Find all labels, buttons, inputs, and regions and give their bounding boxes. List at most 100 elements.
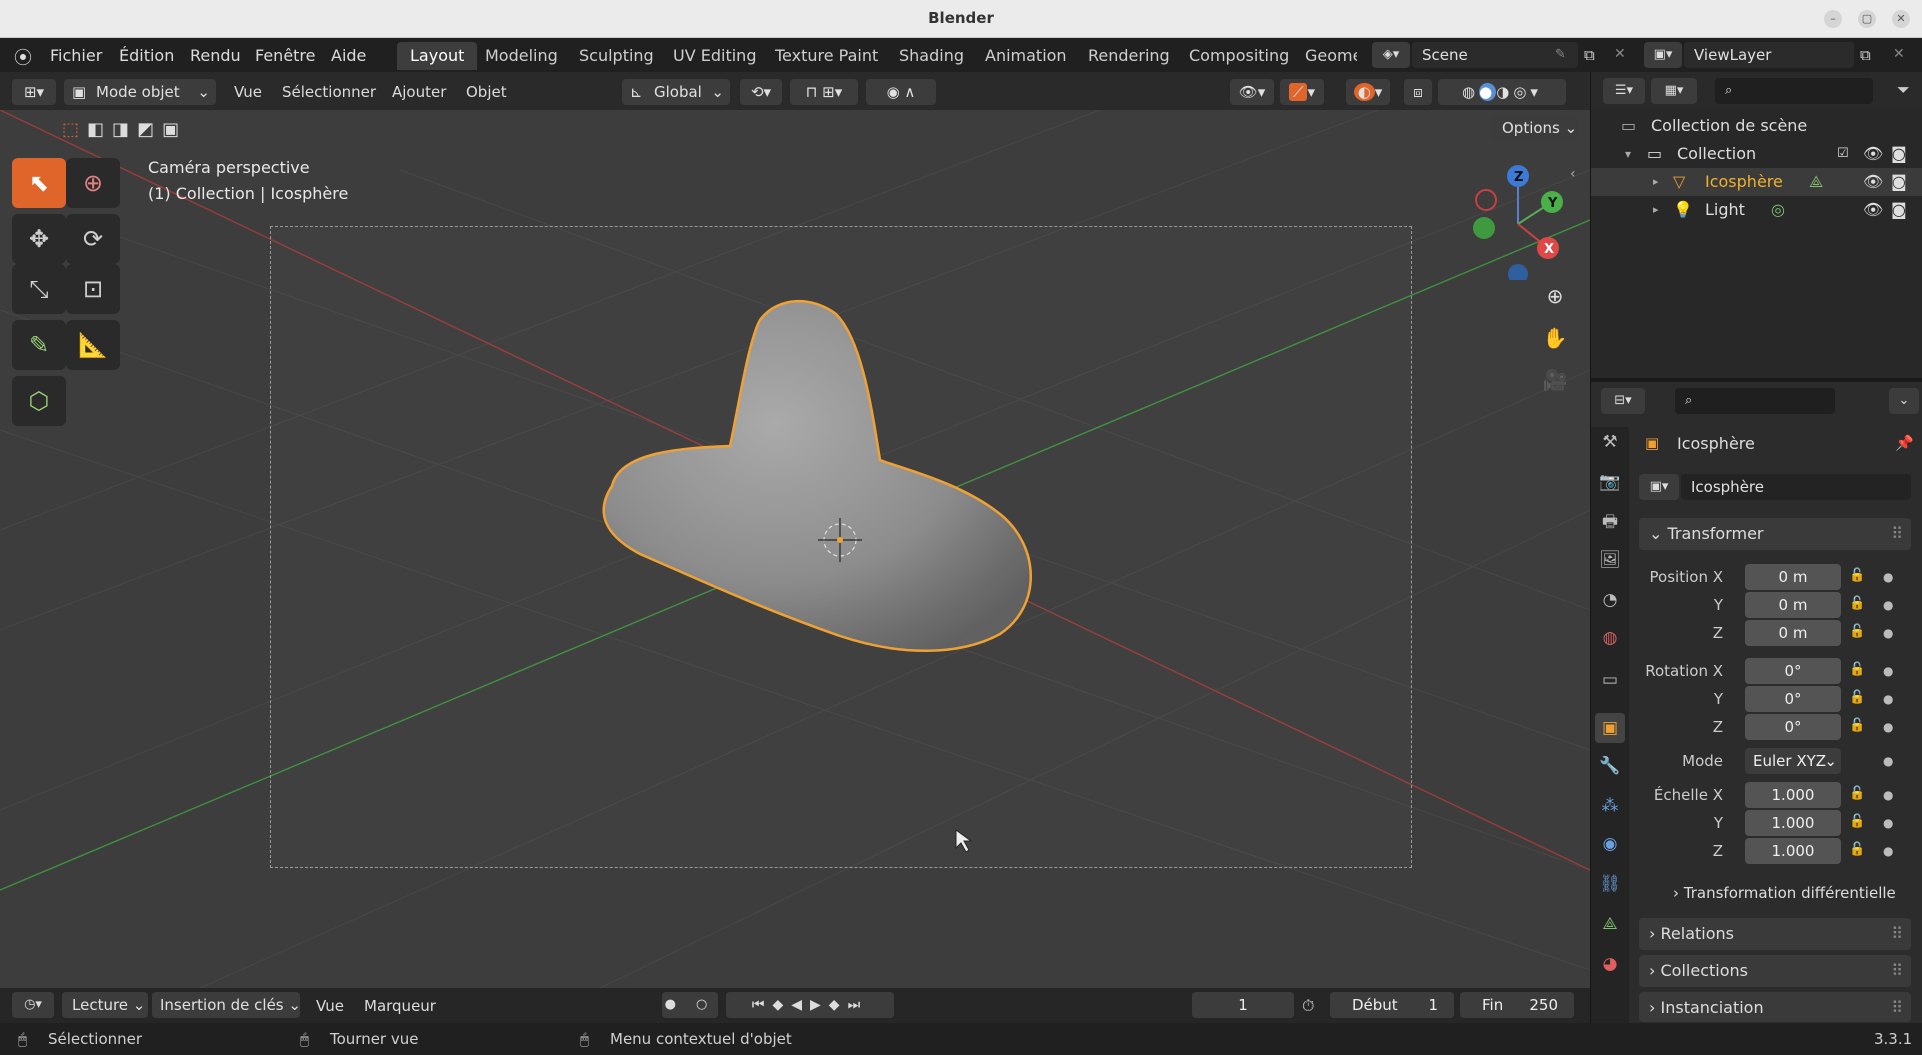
delete-scene-icon[interactable]: ✕ (1614, 46, 1626, 62)
lock-icon[interactable]: 🔓 (1849, 662, 1865, 677)
navigation-gizmo[interactable]: Z Y X (1470, 160, 1580, 280)
lock-icon[interactable]: 🔓 (1849, 690, 1865, 705)
playback-dropdown[interactable]: Lecture ⌄ (62, 992, 148, 1018)
data-tab-icon[interactable]: ⟁ (1595, 909, 1625, 939)
selection-mode-icons[interactable]: ⬚◧◨◩▣ (62, 119, 192, 143)
close-window-button[interactable]: ✕ (1892, 10, 1910, 28)
record-keyframe-button[interactable]: ● ○ (662, 992, 718, 1018)
lock-icon[interactable]: 🔓 (1849, 624, 1865, 639)
scale-tool-icon[interactable]: ⤡ (12, 264, 66, 314)
tab-animation[interactable]: Animation (972, 42, 1080, 70)
viewlayer-selector-icon[interactable]: ▣▾ (1644, 42, 1682, 68)
timeline-editor-type-icon[interactable]: ◷▾ (12, 992, 54, 1018)
next-keyframe-icon[interactable]: ◆ (829, 997, 848, 1013)
expand-arrow-icon[interactable]: ▸ (1653, 196, 1659, 224)
play-reverse-icon[interactable]: ◀ (791, 997, 810, 1013)
new-scene-icon[interactable]: ⧉ (1584, 46, 1595, 64)
3d-viewport[interactable]: ⬚◧◨◩▣ Caméra perspective (1) Collection … (0, 110, 1590, 988)
camera-render-icon[interactable]: ◙ (1891, 168, 1907, 196)
scale-y-field[interactable]: 1.000 (1745, 810, 1841, 836)
delete-viewlayer-icon[interactable]: ✕ (1893, 46, 1905, 62)
tab-layout[interactable]: Layout (397, 42, 478, 70)
mode-dropdown[interactable]: ▣ Mode objet ⌄ (64, 79, 216, 105)
select-intersect-icon[interactable]: ▣ (162, 119, 187, 140)
pin-icon[interactable]: 📌 (1895, 434, 1914, 452)
collection-tab-icon[interactable]: ▭ (1595, 665, 1625, 695)
camera-view-icon[interactable]: 🎥 (1539, 364, 1571, 396)
menu-view[interactable]: Vue (234, 83, 262, 101)
modifier-tab-icon[interactable]: 🔧 (1595, 751, 1625, 781)
material-shading-icon[interactable]: ◑ (1496, 83, 1513, 101)
end-frame-field[interactable]: Fin 250 (1460, 992, 1574, 1018)
lock-icon[interactable]: 🔓 (1849, 568, 1865, 583)
proportional-edit-button[interactable]: ◉ ∧ (866, 79, 936, 105)
snap-button[interactable]: ⊓ ⊞▾ (790, 79, 858, 105)
tab-geometry-nodes[interactable]: Geome (1293, 42, 1357, 70)
outliner-item-icosphere[interactable]: ▸ ▽ Icosphère ⟁ 👁 ◙ (1591, 168, 1922, 196)
tab-compositing[interactable]: Compositing (1176, 42, 1302, 70)
menu-select[interactable]: Sélectionner (282, 83, 376, 101)
drag-handle-icon[interactable]: ⠿ (1891, 992, 1903, 1024)
tab-texture-paint[interactable]: Texture Paint (762, 42, 891, 70)
lock-icon[interactable]: 🔓 (1849, 718, 1865, 733)
outliner-search-input[interactable]: ⌕ (1715, 78, 1873, 104)
keyframe-dot-icon[interactable]: ● (1883, 664, 1893, 678)
world-tab-icon[interactable]: ◍ (1595, 623, 1625, 653)
outliner-collection[interactable]: ▾ ▭ Collection ☑ 👁 ◙ (1591, 140, 1922, 168)
tab-shading[interactable]: Shading (886, 42, 977, 70)
collections-panel-header[interactable]: › Collections ⠿ (1639, 955, 1911, 987)
object-name-field[interactable]: Icosphère (1681, 474, 1911, 500)
lock-icon[interactable]: 🔓 (1849, 786, 1865, 801)
datablock-browse-icon[interactable]: ▣▾ (1639, 474, 1679, 500)
filter-icon[interactable]: ⏷ (1897, 80, 1910, 100)
tab-uv-editing[interactable]: UV Editing (660, 42, 769, 70)
menu-render[interactable]: Rendu (190, 46, 241, 65)
timeline-menu-view[interactable]: Vue (316, 997, 344, 1015)
timeline-menu-marker[interactable]: Marqueur (364, 997, 436, 1015)
start-frame-field[interactable]: Début 1 (1330, 992, 1454, 1018)
instancing-panel-header[interactable]: › Instanciation ⠿ (1639, 992, 1911, 1022)
menu-file[interactable]: Fichier (50, 46, 102, 65)
lock-icon[interactable]: 🔓 (1849, 842, 1865, 857)
keyframe-dot-icon[interactable]: ● (1883, 570, 1893, 584)
keyframe-dot-icon[interactable]: ● (1883, 754, 1893, 768)
menu-object[interactable]: Objet (466, 83, 507, 101)
menu-window[interactable]: Fenêtre (255, 46, 316, 65)
drag-handle-icon[interactable]: ⠿ (1891, 918, 1903, 950)
editor-type-button[interactable]: ⊞▾ (12, 79, 56, 105)
relations-panel-header[interactable]: › Relations ⠿ (1639, 918, 1911, 950)
minimize-button[interactable]: – (1824, 10, 1842, 28)
viewlayer-name-field[interactable]: ViewLayer (1684, 42, 1854, 68)
prev-keyframe-icon[interactable]: ◆ (772, 997, 791, 1013)
menu-edit[interactable]: Édition (119, 46, 174, 65)
jump-end-icon[interactable]: ⏭ (848, 997, 869, 1013)
rotation-y-field[interactable]: 0° (1745, 686, 1841, 712)
select-subtract-icon[interactable]: ◨ (112, 119, 137, 140)
rotation-z-field[interactable]: 0° (1745, 714, 1841, 740)
outliner-editor-type-icon[interactable]: ☰▾ (1603, 78, 1645, 104)
drag-handle-icon[interactable]: ⠿ (1891, 955, 1903, 987)
output-tab-icon[interactable]: 🖶 (1595, 507, 1625, 537)
wireframe-shading-icon[interactable]: ◍ (1462, 83, 1479, 101)
position-z-field[interactable]: 0 m (1745, 620, 1841, 646)
select-new-icon[interactable]: ⬚ (62, 119, 87, 140)
visibility-dropdown[interactable]: 👁▾ (1230, 79, 1274, 105)
options-dropdown[interactable]: Options ⌄ (1492, 115, 1578, 141)
particles-tab-icon[interactable]: ⁂ (1595, 791, 1625, 821)
xray-toggle-button[interactable]: ⧈ (1404, 79, 1432, 105)
solid-shading-icon[interactable]: ● (1479, 83, 1497, 101)
tab-sculpting[interactable]: Sculpting (566, 42, 667, 70)
scale-z-field[interactable]: 1.000 (1745, 838, 1841, 864)
transform-panel-header[interactable]: ⌄ Transformer ⠿ (1639, 518, 1911, 550)
menu-help[interactable]: Aide (331, 46, 366, 65)
keyframe-dot-icon[interactable]: ● (1883, 844, 1893, 858)
shading-mode-buttons[interactable]: ◍●◑◎▾ (1438, 79, 1566, 105)
delta-transform-subpanel[interactable]: › Transformation différentielle (1673, 884, 1896, 902)
drag-handle-icon[interactable]: ⠿ (1891, 518, 1903, 550)
lock-icon[interactable]: 🔓 (1849, 814, 1865, 829)
eye-icon[interactable]: 👁 (1863, 196, 1883, 224)
select-invert-icon[interactable]: ◩ (137, 119, 162, 140)
add-cube-tool-icon[interactable]: ⬡ (12, 376, 66, 426)
tab-modeling[interactable]: Modeling (472, 42, 571, 70)
outliner-scene-collection[interactable]: ▭ Collection de scène (1591, 112, 1922, 140)
